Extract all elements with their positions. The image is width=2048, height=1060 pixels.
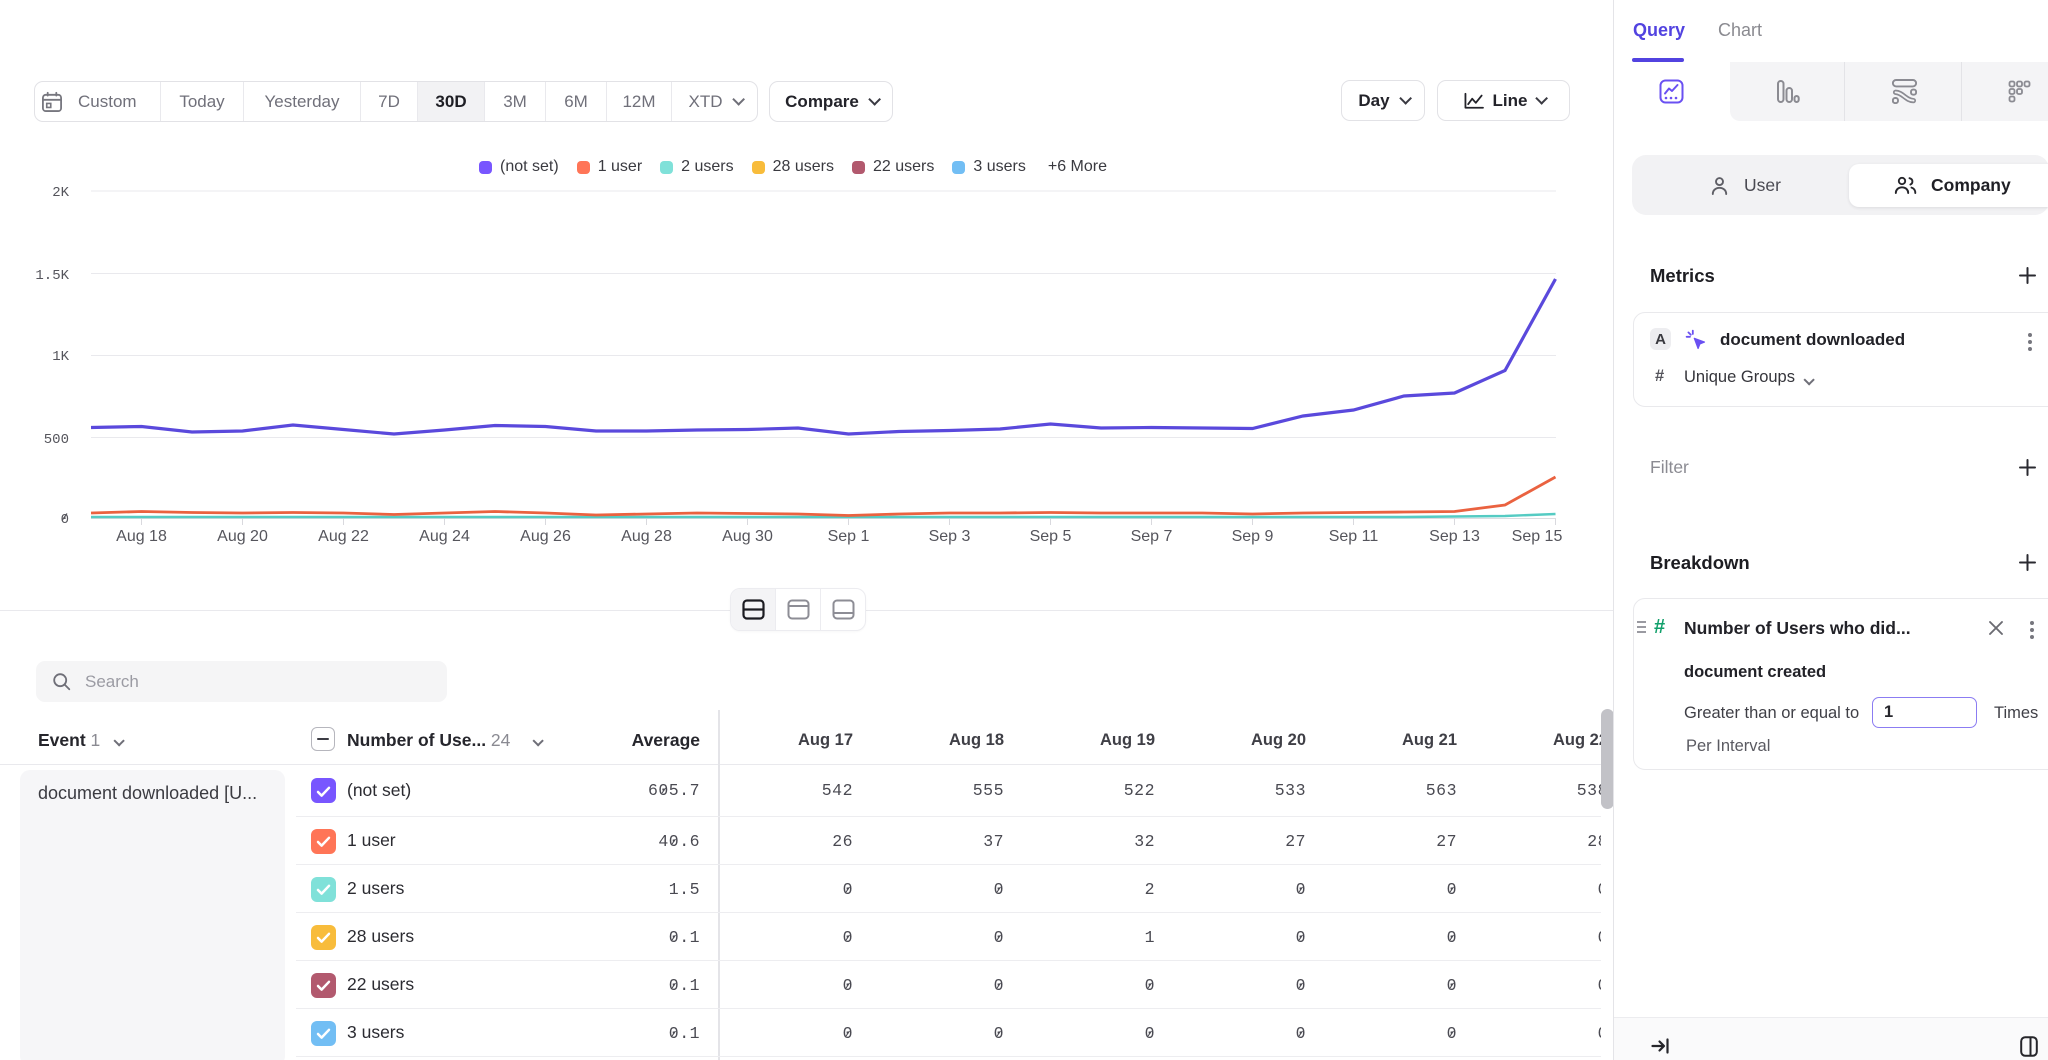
svg-text:Sep 13: Sep 13 [1429,528,1480,545]
svg-text:1.5K: 1.5K [35,268,69,284]
svg-text:Aug 20: Aug 20 [217,528,268,545]
svg-text:Aug 24: Aug 24 [419,528,470,545]
svg-text:Aug 22: Aug 22 [318,528,369,545]
svg-text:Sep 5: Sep 5 [1030,528,1072,545]
svg-text:Sep 1: Sep 1 [828,528,870,545]
svg-text:Sep 15: Sep 15 [1512,528,1563,545]
svg-text:Sep 9: Sep 9 [1232,528,1274,545]
svg-text:500: 500 [44,432,69,448]
svg-text:1K: 1K [52,349,69,365]
svg-text:Aug 26: Aug 26 [520,528,571,545]
svg-text:Aug 28: Aug 28 [621,528,672,545]
svg-text:2K: 2K [52,185,69,201]
svg-text:Aug 30: Aug 30 [722,528,773,545]
svg-text:Sep 3: Sep 3 [929,528,971,545]
svg-text:Sep 11: Sep 11 [1329,528,1379,545]
svg-text:Aug 18: Aug 18 [116,528,167,545]
svg-text:Sep 7: Sep 7 [1131,528,1173,545]
